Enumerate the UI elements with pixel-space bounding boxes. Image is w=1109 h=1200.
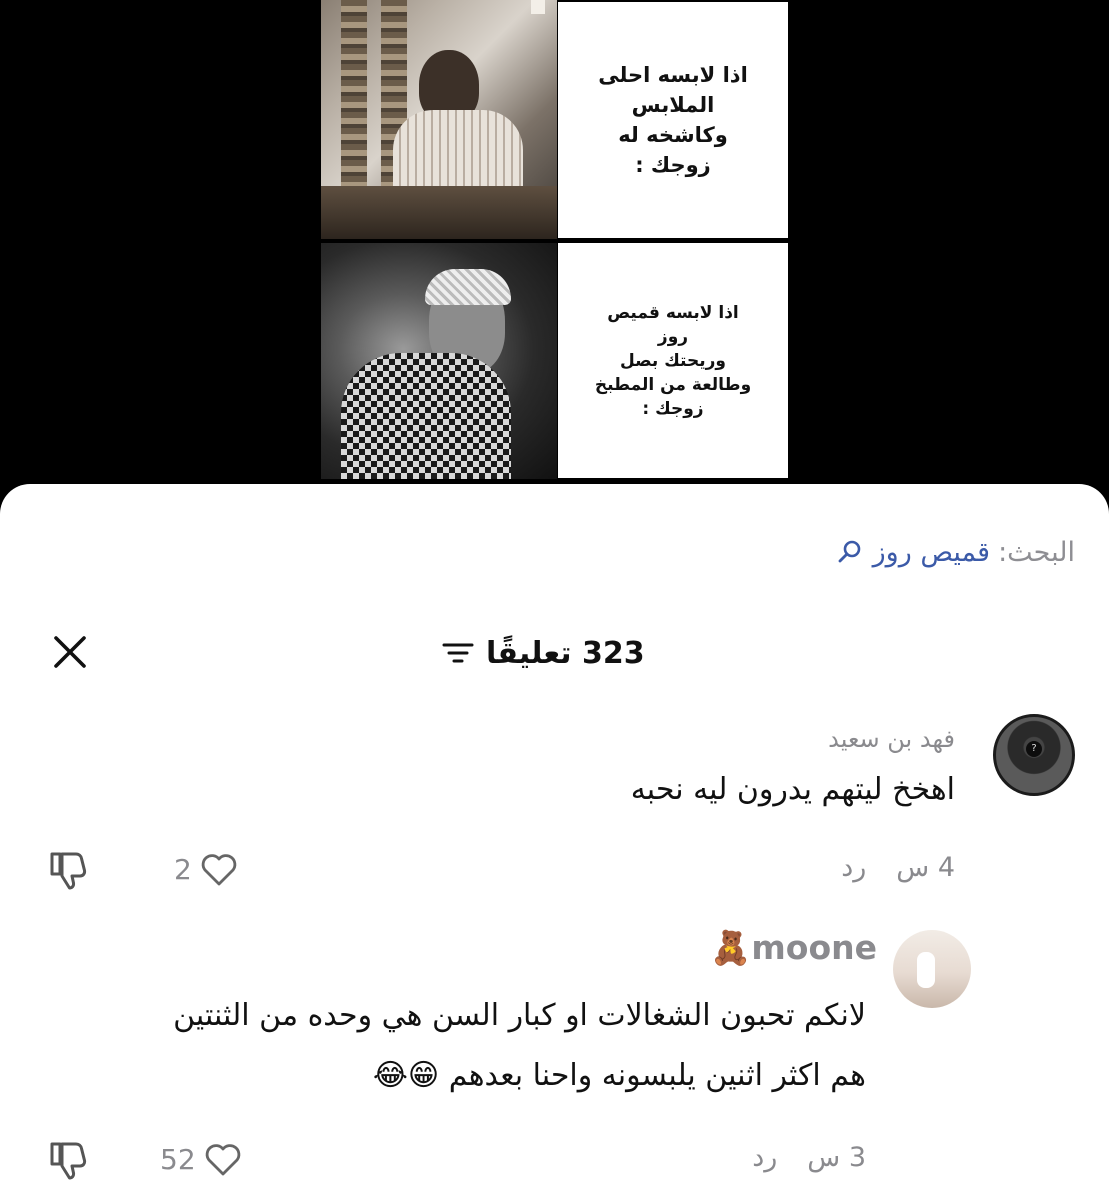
comment-meta: 4 س رد [841,852,955,883]
search-icon [837,539,863,565]
heart-icon[interactable] [198,848,240,890]
comment-meta: 3 س رد [752,1142,866,1173]
comment-text: اهخخ ليتهم يدرون ليه نحبه [630,772,955,807]
comment-count-sort[interactable]: 323 تعليقًا [440,628,645,678]
comment-time: 3 س [807,1142,866,1173]
comments-header: 323 تعليقًا [0,628,1109,678]
dislike-icon[interactable] [44,1136,92,1184]
meme-photo-top [321,0,557,239]
meme-caption-top: اذا لابسه احلى الملابس وكاشخه له زوجك : [558,2,788,238]
filter-icon[interactable] [440,635,476,671]
search-term-link[interactable]: قميص روز [873,537,990,568]
dislike-icon[interactable] [44,846,92,894]
comment-username[interactable]: فهد بن سعيد [828,725,955,753]
comment-time: 4 س [896,852,955,883]
like-count: 2 [174,852,192,886]
meme-image: اذا لابسه احلى الملابس وكاشخه له زوجك : … [321,0,788,480]
reply-button[interactable]: رد [752,1142,777,1173]
search-suggestion[interactable]: البحث: قميص روز [837,532,1075,572]
heart-icon[interactable] [202,1138,244,1180]
reply-button[interactable]: رد [841,852,866,883]
meme-caption-bottom: اذا لابسه قميص روز وريحتك بصل وطالعة من … [558,243,788,478]
like-control[interactable]: 52 [160,1138,244,1180]
avatar[interactable] [893,930,971,1008]
avatar[interactable]: ? [993,714,1075,796]
comment-text: لانكم تحبون الشغالات او كبار السن هي وحد… [173,998,866,1093]
close-icon[interactable] [50,632,90,672]
search-label: البحث: [998,536,1075,568]
comment-count: 323 تعليقًا [486,635,645,671]
like-count: 52 [160,1142,196,1176]
comment-username[interactable]: moone🧸 [710,928,877,968]
like-control[interactable]: 2 [174,848,240,890]
meme-photo-bottom [321,243,557,479]
